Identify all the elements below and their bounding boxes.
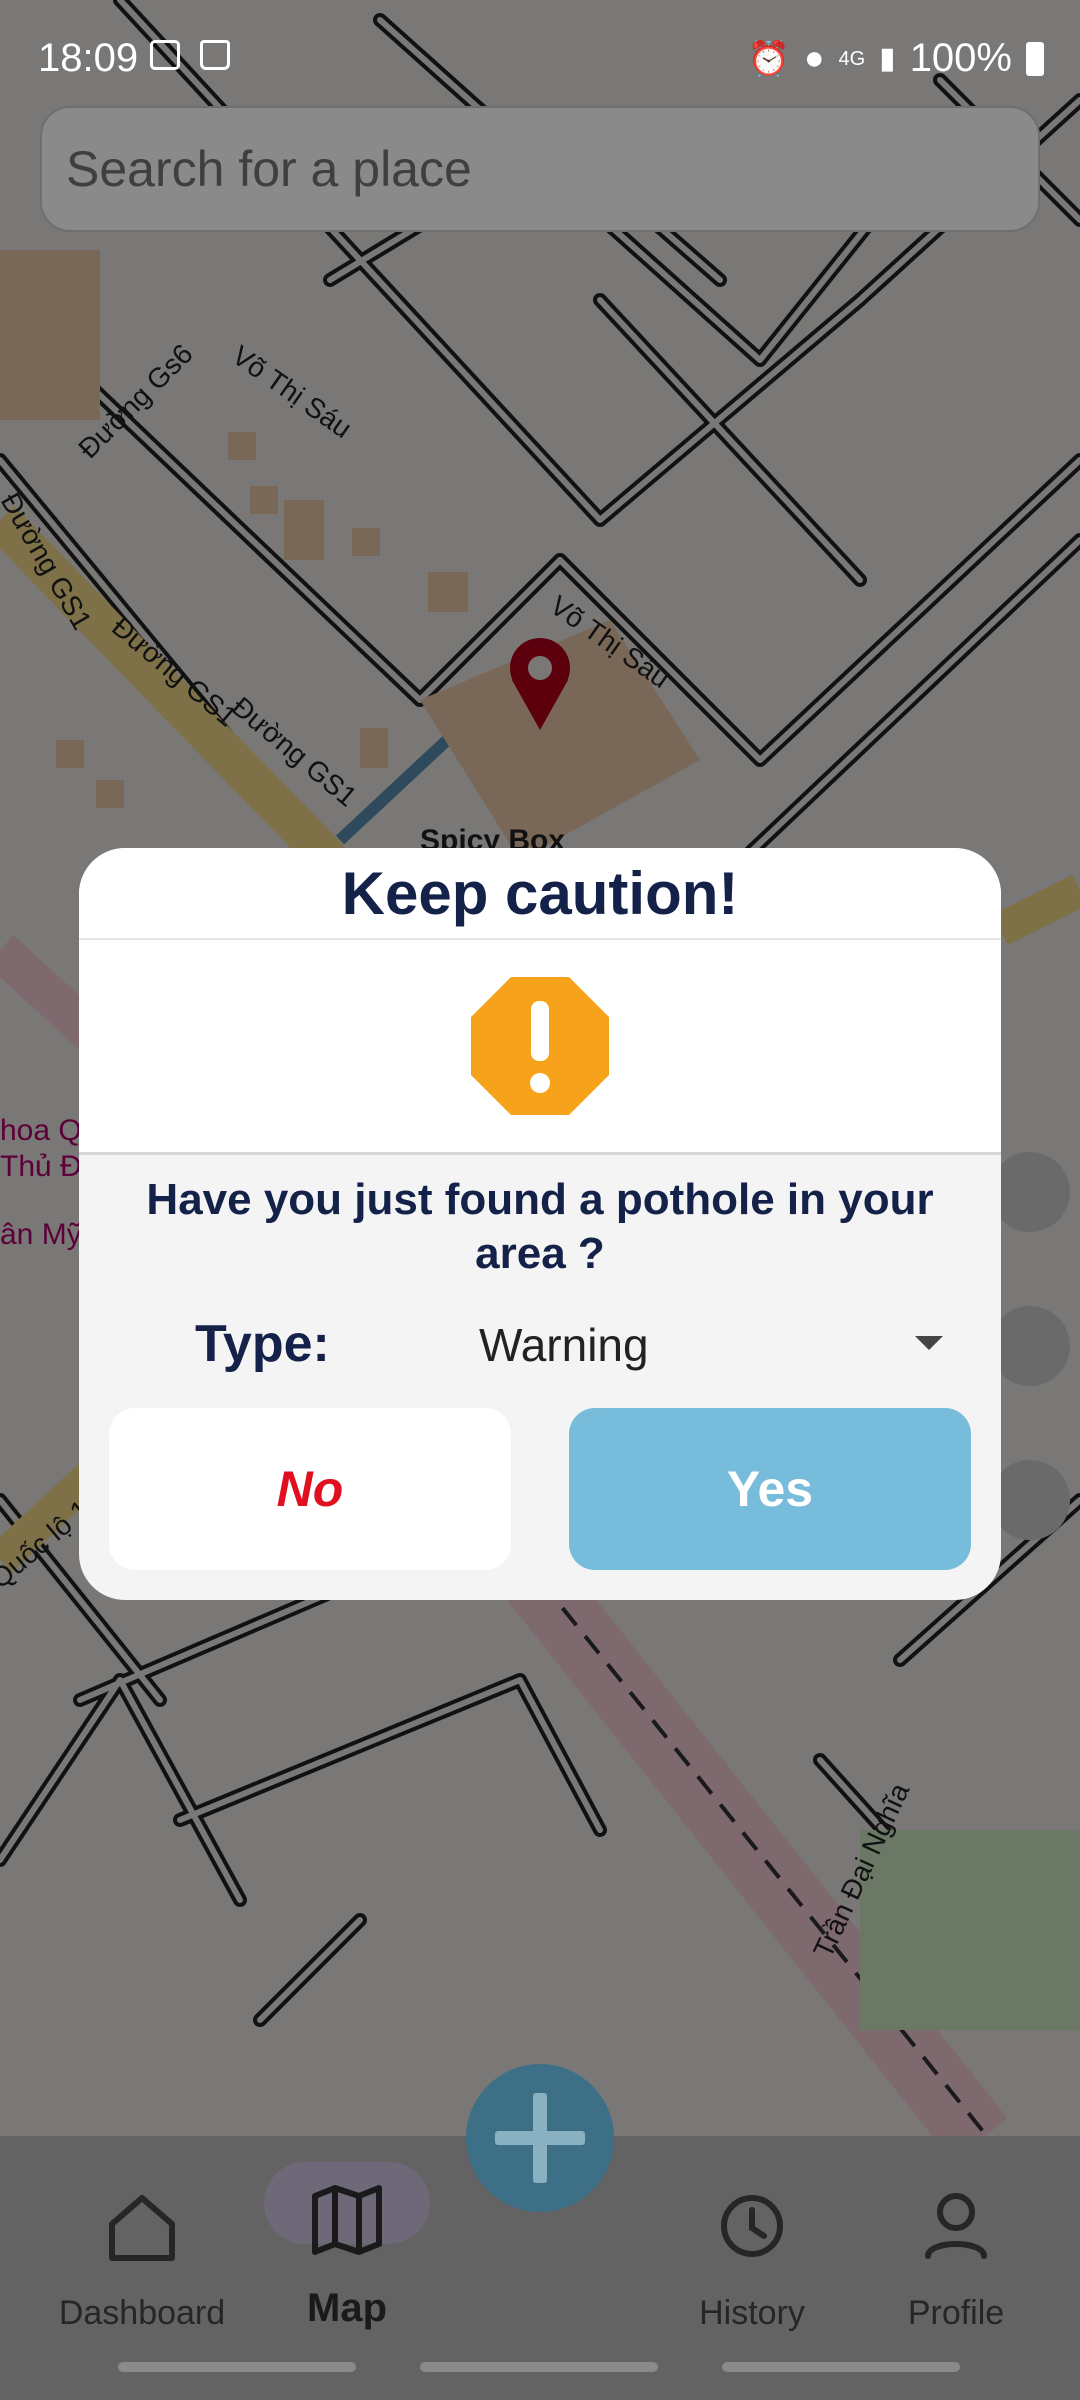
battery-text: 100%: [909, 36, 1012, 80]
map-icon: [312, 2185, 382, 2255]
nav-label-map: Map: [307, 2286, 387, 2330]
nav-item-profile[interactable]: Profile: [856, 2176, 1056, 2332]
system-nav-bar[interactable]: [118, 2362, 356, 2372]
map-control-button[interactable]: [990, 1152, 1070, 1232]
system-nav-bar[interactable]: [722, 2362, 960, 2372]
map-control-button[interactable]: [990, 1306, 1070, 1386]
no-button[interactable]: No: [109, 1408, 511, 1570]
signal-icon: ▮: [879, 42, 896, 75]
dropdown-caret-icon: [915, 1336, 943, 1350]
dialog-question: Have you just found a pothole in your ar…: [146, 1175, 934, 1278]
alarm-icon: ⏰: [747, 39, 790, 78]
nav-item-map[interactable]: Map: [247, 2176, 447, 2330]
battery-icon: [1026, 41, 1044, 76]
home-icon: [109, 2195, 175, 2261]
map-control-button[interactable]: [990, 1460, 1070, 1540]
plus-icon-bar: [533, 2093, 547, 2183]
nav-item-history[interactable]: History: [652, 2176, 852, 2332]
add-report-button[interactable]: [466, 2064, 614, 2212]
history-icon: [721, 2195, 783, 2257]
type-label: Type:: [195, 1315, 330, 1373]
nav-item-dashboard[interactable]: Dashboard: [42, 2176, 242, 2332]
type-dropdown[interactable]: Warning: [479, 1306, 959, 1380]
location-icon: ●: [803, 39, 825, 77]
dialog-title: Keep caution!: [341, 859, 739, 927]
warning-octagon-icon: [471, 977, 609, 1115]
network-label: 4G: [838, 47, 866, 70]
lock-icon: [200, 40, 230, 70]
type-row: Type: Warning: [79, 1296, 1001, 1386]
pothole-dialog: Keep caution! Have you just found a poth…: [79, 848, 1001, 1600]
dialog-header: Keep caution!: [79, 848, 1001, 940]
nav-label-history: History: [699, 2294, 805, 2332]
profile-icon: [925, 2193, 987, 2259]
search-input[interactable]: [64, 138, 1008, 200]
yes-button[interactable]: Yes: [569, 1408, 971, 1570]
status-bar: 18:09 ⏰ ● 4G ▮ 100%: [0, 0, 1080, 120]
status-time: 18:09: [38, 36, 139, 80]
type-dropdown-value: Warning: [479, 1319, 649, 1371]
search-bar[interactable]: [40, 106, 1040, 232]
nav-label-dashboard: Dashboard: [58, 2294, 226, 2332]
dialog-icon-row: [79, 940, 1001, 1155]
system-nav-bar[interactable]: [420, 2362, 658, 2372]
gallery-icon: [150, 40, 180, 70]
nav-label-profile: Profile: [907, 2294, 1005, 2332]
